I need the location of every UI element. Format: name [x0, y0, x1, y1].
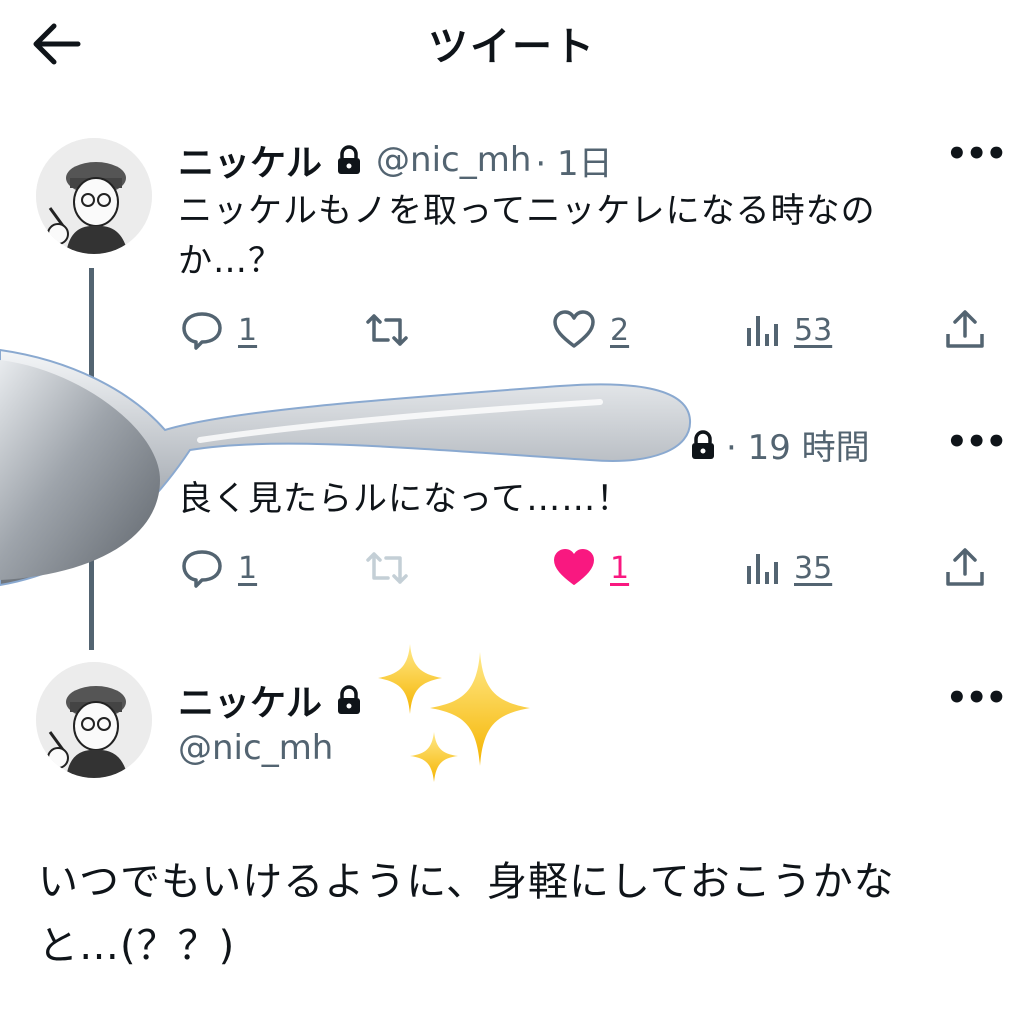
share-icon — [946, 548, 984, 586]
more-icon[interactable]: ••• — [946, 422, 1007, 462]
avatar[interactable] — [36, 138, 152, 254]
share-icon — [946, 310, 984, 348]
tweet-time[interactable]: · 1日 — [535, 136, 612, 185]
tweet-time[interactable]: · 19 時間 — [726, 420, 870, 469]
tweet-text-line: か…？ — [178, 241, 283, 281]
avatar[interactable] — [36, 662, 152, 778]
views-icon — [747, 316, 778, 346]
share-button[interactable] — [944, 546, 986, 590]
tweet-text-line: ニッケルもノを取ってニッケレになる時なの — [178, 191, 876, 231]
spoon-image — [0, 348, 692, 587]
author-handle[interactable]: @nic_mh — [376, 140, 531, 180]
sparkles-icon — [378, 644, 530, 782]
more-icon[interactable]: ••• — [946, 678, 1007, 718]
views-button[interactable]: 35 — [744, 548, 832, 588]
author-name[interactable]: ニッケル — [178, 134, 322, 186]
more-icon[interactable]: ••• — [946, 134, 1007, 174]
views-button[interactable]: 53 — [744, 310, 832, 350]
views-count: 35 — [794, 550, 833, 586]
lock-icon — [338, 145, 361, 174]
page-title: ツイート — [428, 24, 596, 70]
lock-icon — [338, 685, 361, 714]
avatar-image — [36, 138, 152, 254]
views-icon — [747, 554, 778, 584]
main-tweet-text-line: いつでもいけるように、身軽にしておこうかな — [38, 859, 895, 905]
avatar-image — [36, 662, 152, 778]
views-count: 53 — [794, 312, 833, 348]
share-button[interactable] — [944, 308, 986, 352]
main-tweet-text-line: と…(？？) — [38, 923, 236, 969]
author-handle[interactable]: @nic_mh — [178, 728, 333, 768]
author-name[interactable]: ニッケル — [178, 674, 322, 726]
